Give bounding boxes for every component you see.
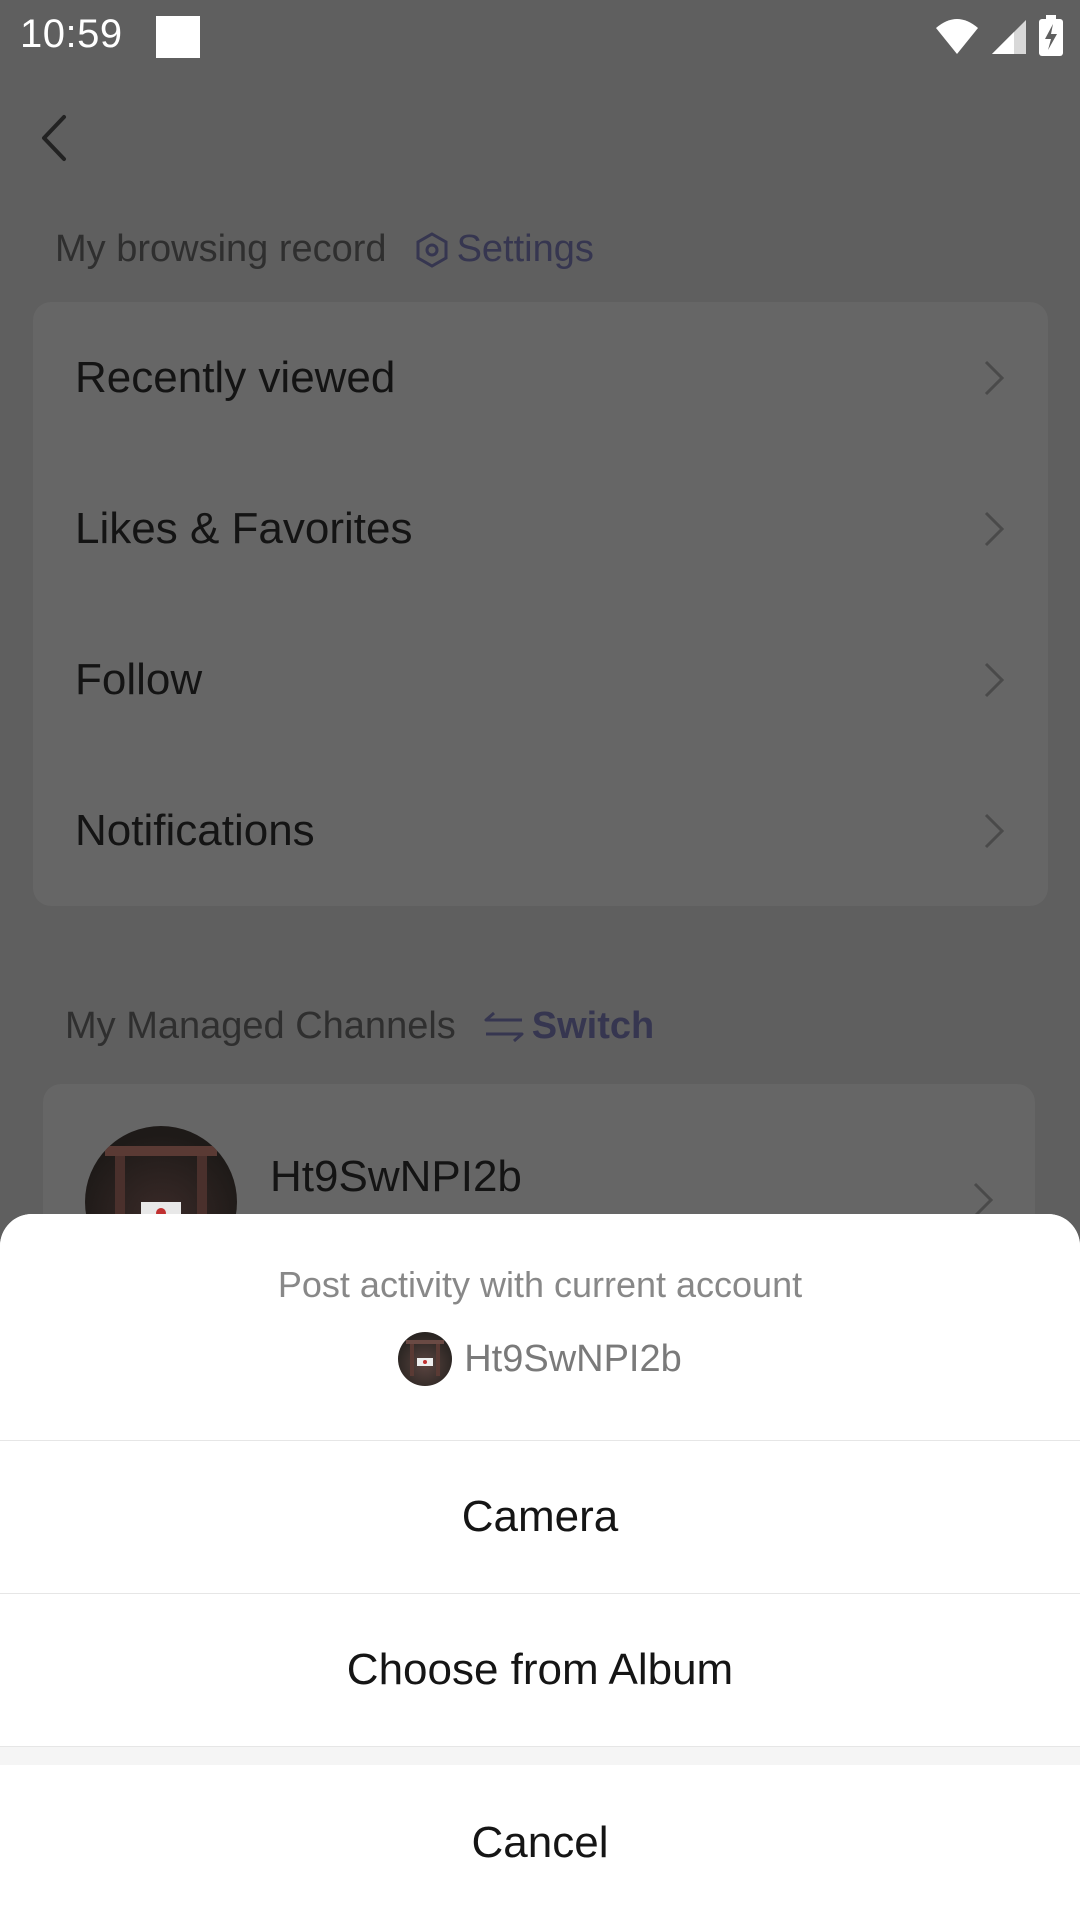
avatar: [398, 1332, 453, 1386]
current-account: Ht9SwNPI2b: [0, 1332, 1080, 1386]
list-item-label: Notifications: [75, 805, 315, 855]
chevron-right-icon: [984, 360, 1005, 395]
chevron-right-icon: [984, 511, 1005, 546]
sheet-divider: [0, 1747, 1080, 1765]
browsing-record-title: My browsing record: [55, 228, 387, 270]
current-account-name: Ht9SwNPI2b: [464, 1337, 682, 1380]
camera-option[interactable]: Camera: [0, 1441, 1080, 1594]
status-icons: [934, 14, 1064, 58]
sheet-hint: Post activity with current account: [277, 1264, 803, 1305]
browsing-record-card: Recently viewed Likes & Favorites Follow…: [33, 302, 1048, 906]
wifi-icon: [936, 19, 978, 54]
list-item-label: Recently viewed: [75, 352, 396, 402]
back-button[interactable]: [30, 108, 78, 168]
settings-label: Settings: [456, 228, 594, 270]
managed-channels-title: My Managed Channels: [65, 1005, 456, 1047]
list-item-recently-viewed[interactable]: Recently viewed: [33, 302, 1048, 453]
switch-arrows-icon: [484, 1011, 524, 1042]
cancel-button[interactable]: Cancel: [0, 1765, 1080, 1920]
channel-name: Ht9SwNPI2b: [270, 1152, 522, 1201]
back-arrow-icon: [42, 115, 66, 161]
chevron-right-icon: [984, 813, 1005, 848]
status-time: 10:59: [20, 12, 123, 56]
choose-from-album-option[interactable]: Choose from Album: [0, 1594, 1080, 1747]
sheet-header: Post activity with current account Ht9Sw…: [0, 1214, 1080, 1441]
chevron-right-icon: [984, 662, 1005, 697]
status-bar: 10:59: [0, 0, 1080, 72]
list-item-follow[interactable]: Follow: [33, 604, 1048, 755]
notification-icon: [156, 16, 200, 58]
list-item-label: Follow: [75, 654, 203, 704]
managed-channels-header: My Managed Channels Switch: [65, 1005, 654, 1048]
switch-link[interactable]: Switch: [484, 1005, 654, 1048]
settings-link[interactable]: Settings: [415, 228, 594, 271]
list-item-notifications[interactable]: Notifications: [33, 755, 1048, 906]
signal-icon: [992, 20, 1026, 54]
post-activity-sheet: Post activity with current account Ht9Sw…: [0, 1214, 1080, 1920]
list-item-label: Likes & Favorites: [75, 503, 413, 553]
settings-hex-icon: [416, 231, 448, 268]
switch-label: Switch: [531, 1005, 655, 1047]
battery-charging-icon: [1039, 15, 1063, 56]
list-item-likes-favorites[interactable]: Likes & Favorites: [33, 453, 1048, 604]
browsing-record-header: My browsing record Settings: [55, 228, 594, 271]
